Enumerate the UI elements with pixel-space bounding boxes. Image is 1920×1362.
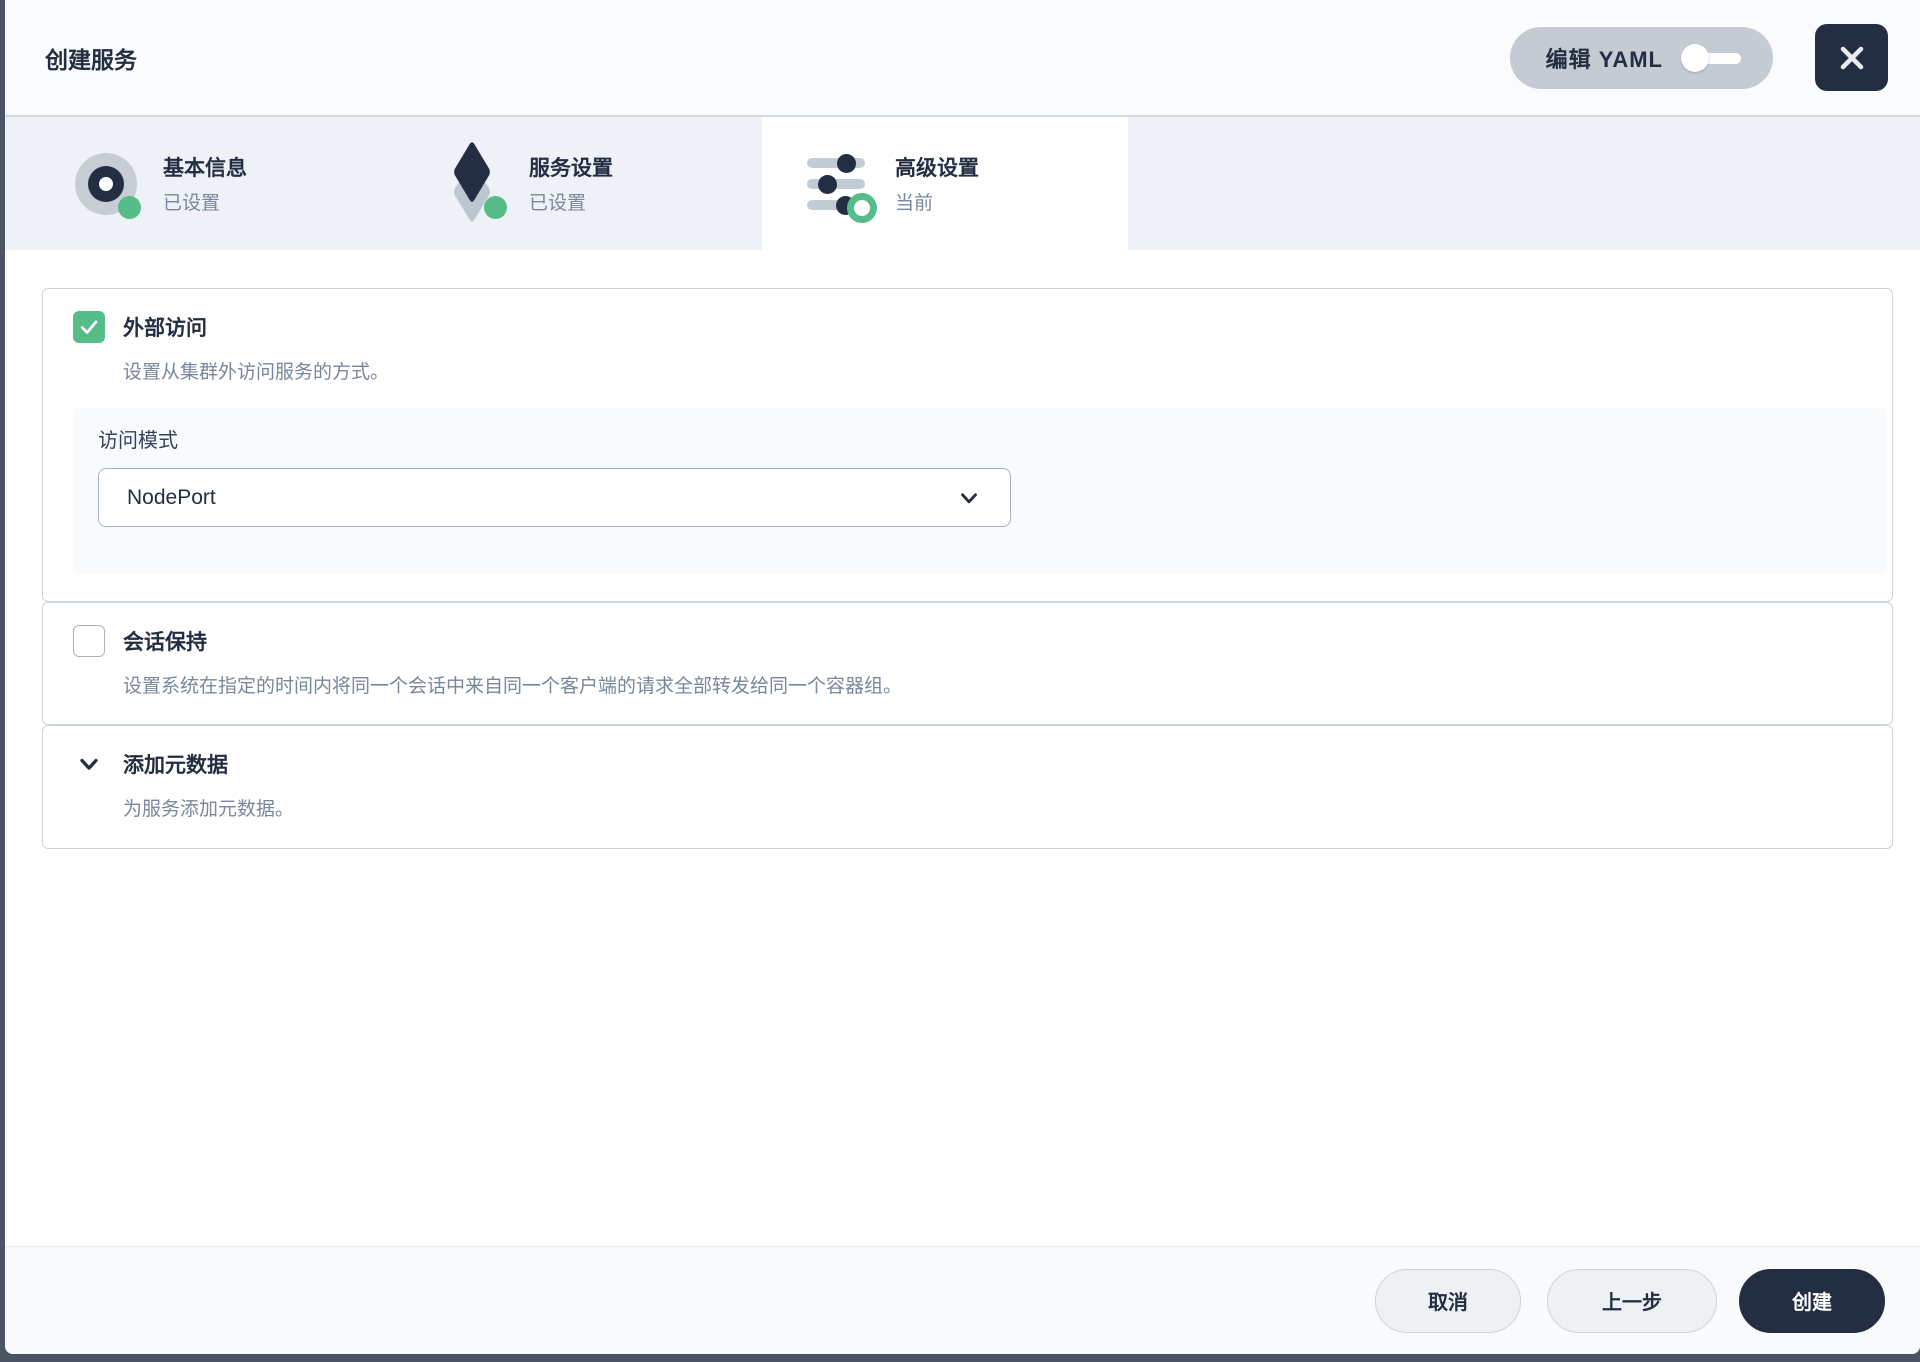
external-access-card: 外部访问 设置从集群外访问服务的方式。 访问模式 NodePort xyxy=(42,288,1893,602)
step-title: 基本信息 xyxy=(163,152,247,182)
check-icon xyxy=(78,316,100,338)
metadata-header: 添加元数据 xyxy=(73,748,1873,780)
step-title: 服务设置 xyxy=(529,152,613,182)
external-access-checkbox[interactable] xyxy=(73,311,105,343)
previous-step-button[interactable]: 上一步 xyxy=(1547,1269,1717,1333)
close-button[interactable] xyxy=(1815,24,1888,91)
step-status: 已设置 xyxy=(163,188,247,215)
step-text: 基本信息 已设置 xyxy=(163,152,247,215)
external-access-title: 外部访问 xyxy=(123,312,207,342)
create-service-modal: 创建服务 编辑 YAML xyxy=(5,0,1920,1354)
steps-bar: 基本信息 已设置 服务设置 已设置 xyxy=(5,117,1920,250)
tab-basic-info[interactable]: 基本信息 已设置 xyxy=(30,117,396,250)
metadata-title: 添加元数据 xyxy=(123,749,228,779)
toggle-switch-icon[interactable] xyxy=(1681,44,1745,72)
step-status: 已设置 xyxy=(529,188,613,215)
cancel-button[interactable]: 取消 xyxy=(1375,1269,1521,1333)
metadata-collapse-toggle[interactable] xyxy=(73,748,105,780)
step-text: 服务设置 已设置 xyxy=(529,152,613,215)
access-mode-select[interactable]: NodePort xyxy=(98,468,1011,527)
session-persistence-header: 会话保持 xyxy=(73,625,1873,657)
step-done-badge xyxy=(118,196,141,219)
access-mode-label: 访问模式 xyxy=(98,424,1887,453)
tab-advanced-settings[interactable]: 高级设置 当前 xyxy=(762,117,1128,250)
sliders-icon xyxy=(807,153,869,215)
create-button[interactable]: 创建 xyxy=(1739,1269,1885,1333)
chevron-down-icon xyxy=(956,485,982,511)
access-mode-value: NodePort xyxy=(127,486,216,510)
edit-yaml-toggle[interactable]: 编辑 YAML xyxy=(1510,27,1773,89)
header-actions: 编辑 YAML xyxy=(1510,24,1888,91)
step-title: 高级设置 xyxy=(895,152,979,182)
edit-yaml-label: 编辑 YAML xyxy=(1546,42,1663,74)
session-persistence-card: 会话保持 设置系统在指定的时间内将同一个会话中来自同一个客户端的请求全部转发给同… xyxy=(42,602,1893,725)
pod-icon xyxy=(75,153,137,215)
external-access-header: 外部访问 xyxy=(73,311,1873,343)
session-persistence-title: 会话保持 xyxy=(123,626,207,656)
close-icon xyxy=(1834,40,1870,76)
session-persistence-description: 设置系统在指定的时间内将同一个会话中来自同一个客户端的请求全部转发给同一个容器组… xyxy=(123,671,1873,698)
external-access-description: 设置从集群外访问服务的方式。 xyxy=(123,357,1873,384)
step-done-badge xyxy=(484,196,507,219)
metadata-description: 为服务添加元数据。 xyxy=(123,794,1873,821)
tab-service-settings[interactable]: 服务设置 已设置 xyxy=(396,117,762,250)
layers-icon xyxy=(441,153,503,215)
step-current-badge xyxy=(847,193,877,223)
step-text: 高级设置 当前 xyxy=(895,152,979,215)
access-mode-panel: 访问模式 NodePort xyxy=(73,408,1887,573)
session-persistence-checkbox[interactable] xyxy=(73,625,105,657)
toggle-knob xyxy=(1681,44,1709,72)
chevron-down-icon xyxy=(75,750,103,778)
page-title: 创建服务 xyxy=(45,41,137,75)
step-status: 当前 xyxy=(895,188,979,215)
modal-footer: 取消 上一步 创建 xyxy=(5,1246,1920,1354)
advanced-settings-panel: 外部访问 设置从集群外访问服务的方式。 访问模式 NodePort xyxy=(5,250,1920,1246)
modal-header: 创建服务 编辑 YAML xyxy=(5,0,1920,117)
metadata-card: 添加元数据 为服务添加元数据。 xyxy=(42,725,1893,849)
